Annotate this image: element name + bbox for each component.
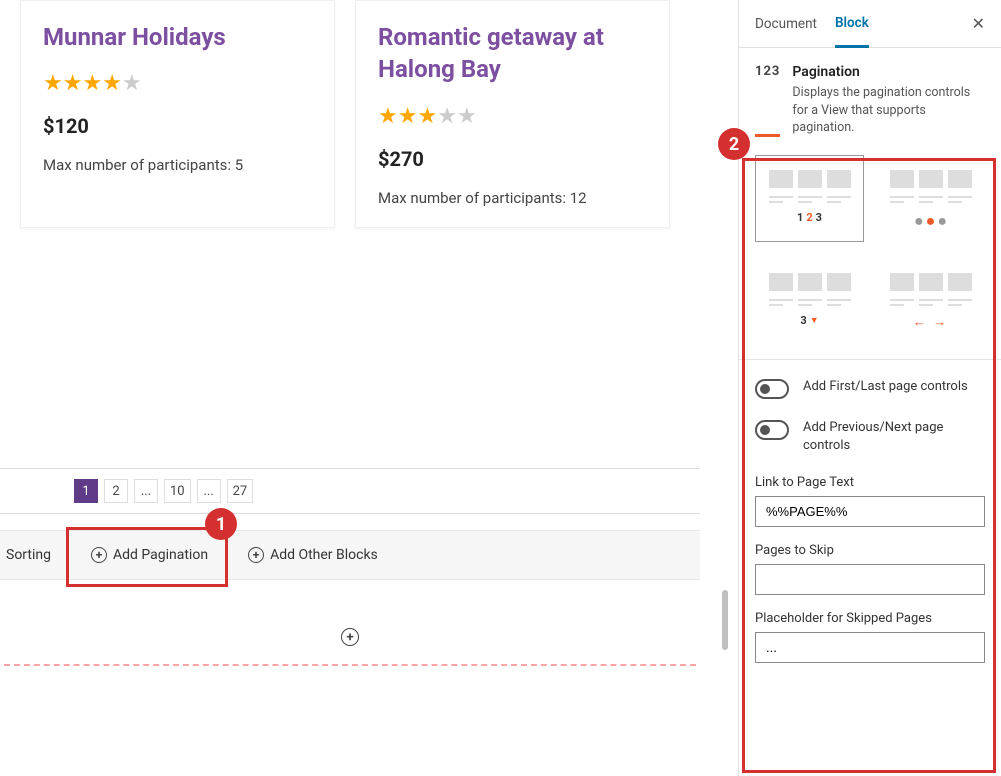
placeholder-input[interactable] — [755, 632, 985, 663]
style-label: 3▼ — [800, 314, 818, 327]
product-card: Munnar Holidays ★★★★★ $120 Max number of… — [20, 0, 335, 228]
star-icon: ★ — [63, 71, 83, 96]
tab-document[interactable]: Document — [755, 2, 817, 46]
card-meta: Max number of participants: 12 — [378, 189, 647, 207]
style-label: 1 2 3 — [797, 211, 822, 224]
card-price: $270 — [378, 147, 647, 171]
toggle-prev-next[interactable] — [755, 420, 789, 440]
link-text-input[interactable] — [755, 496, 985, 527]
star-icon: ★ — [82, 71, 102, 96]
pagination-style-picker: 1 2 3 ●●● 3▼ — [755, 155, 985, 341]
section-divider — [4, 664, 696, 666]
scrollbar-thumb[interactable] — [722, 590, 728, 650]
actions-bar: Sorting + Add Pagination + Add Other Blo… — [0, 530, 700, 580]
style-option-arrows[interactable]: ← → — [876, 258, 985, 341]
toggle-first-last[interactable] — [755, 379, 789, 399]
star-icon: ★ — [437, 104, 457, 129]
star-icon: ★ — [122, 71, 142, 96]
star-icon: ★ — [457, 104, 477, 129]
add-other-label: Add Other Blocks — [270, 547, 378, 563]
block-title: Pagination — [792, 64, 985, 80]
sorting-button[interactable]: Sorting — [0, 547, 71, 563]
plus-circle-icon: + — [248, 547, 264, 563]
page-button[interactable]: 10 — [164, 479, 191, 503]
star-icon: ★ — [102, 71, 122, 96]
panel-divider — [739, 359, 1001, 360]
product-card: Romantic getaway at Halong Bay ★★★★★ $27… — [355, 0, 670, 228]
settings-sidebar: Document Block ✕ 123 Pagination Displays… — [738, 0, 1001, 776]
rating-stars: ★★★★★ — [378, 104, 647, 129]
page-button[interactable]: 27 — [227, 479, 254, 503]
star-icon: ★ — [417, 104, 437, 129]
card-meta: Max number of participants: 5 — [43, 156, 312, 174]
caret-down-icon: ▼ — [810, 315, 819, 326]
style-option-dropdown[interactable]: 3▼ — [755, 258, 864, 341]
block-description: Displays the pagination controls for a V… — [792, 84, 985, 137]
star-icon: ★ — [378, 104, 398, 129]
rating-stars: ★★★★★ — [43, 71, 312, 96]
card-price: $120 — [43, 114, 312, 138]
page-button[interactable]: 2 — [104, 479, 128, 503]
pagination-block-icon: 123 — [755, 64, 780, 137]
page-ellipsis: ... — [197, 479, 221, 503]
link-text-label: Link to Page Text — [755, 475, 985, 490]
toggle-label: Add Previous/Next page controls — [803, 419, 985, 455]
add-pagination-label: Add Pagination — [113, 547, 208, 563]
annotation-badge: 1 — [205, 508, 237, 540]
sidebar-tabs: Document Block ✕ — [739, 0, 1001, 48]
block-header: 123 Pagination Displays the pagination c… — [755, 64, 985, 137]
add-pagination-button[interactable]: + Add Pagination — [71, 547, 228, 563]
page-button[interactable]: 1 — [74, 479, 98, 503]
toggle-label: Add First/Last page controls — [803, 378, 968, 396]
style-label: ← → — [913, 314, 948, 330]
placeholder-label: Placeholder for Skipped Pages — [755, 611, 985, 626]
star-icon: ★ — [398, 104, 418, 129]
add-block-button[interactable]: + — [341, 628, 359, 646]
pages-skip-input[interactable] — [755, 564, 985, 595]
pages-skip-label: Pages to Skip — [755, 543, 985, 558]
pagination-controls: 1 2 ... 10 ... 27 — [0, 468, 700, 514]
style-label: ●●● — [914, 211, 947, 231]
star-icon: ★ — [43, 71, 63, 96]
card-title[interactable]: Romantic getaway at Halong Bay — [378, 21, 647, 86]
card-title[interactable]: Munnar Holidays — [43, 21, 312, 53]
plus-circle-icon: + — [91, 547, 107, 563]
page-ellipsis: ... — [134, 479, 158, 503]
close-icon[interactable]: ✕ — [972, 14, 985, 33]
style-option-dots[interactable]: ●●● — [876, 155, 985, 242]
annotation-badge: 2 — [718, 128, 750, 160]
tab-block[interactable]: Block — [835, 1, 869, 48]
add-other-blocks-button[interactable]: + Add Other Blocks — [228, 547, 398, 563]
style-option-numbers[interactable]: 1 2 3 — [755, 155, 864, 242]
